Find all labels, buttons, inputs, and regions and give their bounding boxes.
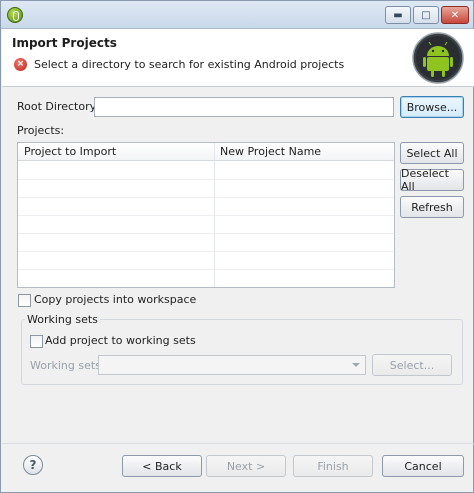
minimize-icon: ▬: [393, 9, 403, 21]
refresh-button[interactable]: Refresh: [400, 196, 464, 218]
root-directory-label: Root Directory:: [17, 100, 100, 113]
close-button[interactable]: ✕: [441, 6, 469, 24]
back-button[interactable]: < Back: [122, 455, 202, 477]
help-icon[interactable]: ?: [23, 455, 43, 475]
projects-label: Projects:: [17, 124, 65, 137]
working-sets-group-label: Working sets: [25, 313, 100, 326]
table-row: [18, 270, 394, 287]
browse-button[interactable]: Browse...: [400, 96, 464, 118]
root-directory-input[interactable]: [94, 97, 394, 117]
finish-button[interactable]: Finish: [293, 455, 373, 477]
header-message: Select a directory to search for existin…: [34, 58, 345, 71]
wizard-header: Import Projects × Select a directory to …: [2, 29, 474, 87]
column-header-new-name[interactable]: New Project Name: [220, 145, 321, 158]
select-all-button[interactable]: Select All: [400, 142, 464, 164]
table-header: Project to Import New Project Name: [18, 143, 394, 161]
deselect-all-button[interactable]: Deselect All: [400, 167, 464, 193]
cancel-button[interactable]: Cancel: [382, 455, 464, 477]
table-row: [18, 162, 394, 180]
table-row: [18, 252, 394, 270]
app-icon: [7, 7, 23, 23]
close-icon: ✕: [450, 9, 460, 21]
column-header-project[interactable]: Project to Import: [24, 145, 116, 158]
footer-separator: [2, 443, 474, 444]
table-row: [18, 198, 394, 216]
table-row: [18, 180, 394, 198]
title-bar[interactable]: ▬ □ ✕: [1, 1, 473, 29]
next-button[interactable]: Next >: [206, 455, 286, 477]
maximize-icon: □: [421, 9, 431, 21]
working-sets-field-label: Working sets:: [30, 359, 105, 372]
copy-into-workspace-label: Copy projects into workspace: [34, 293, 197, 306]
add-to-working-sets-checkbox[interactable]: [30, 335, 43, 348]
working-sets-select[interactable]: [98, 355, 366, 375]
import-projects-window: ▬ □ ✕ Import Projects × Select a directo…: [0, 0, 474, 493]
copy-into-workspace-checkbox[interactable]: [18, 294, 31, 307]
chevron-down-icon: [352, 363, 360, 367]
table-row: [18, 234, 394, 252]
maximize-button[interactable]: □: [413, 6, 439, 24]
add-to-working-sets-label: Add project to working sets: [45, 334, 196, 347]
projects-table[interactable]: Project to Import New Project Name: [17, 142, 395, 288]
page-title: Import Projects: [12, 36, 117, 50]
error-icon: ×: [14, 58, 27, 71]
android-logo: [412, 32, 464, 84]
select-working-sets-button[interactable]: Select...: [372, 354, 452, 376]
minimize-button[interactable]: ▬: [385, 6, 411, 24]
table-row: [18, 216, 394, 234]
